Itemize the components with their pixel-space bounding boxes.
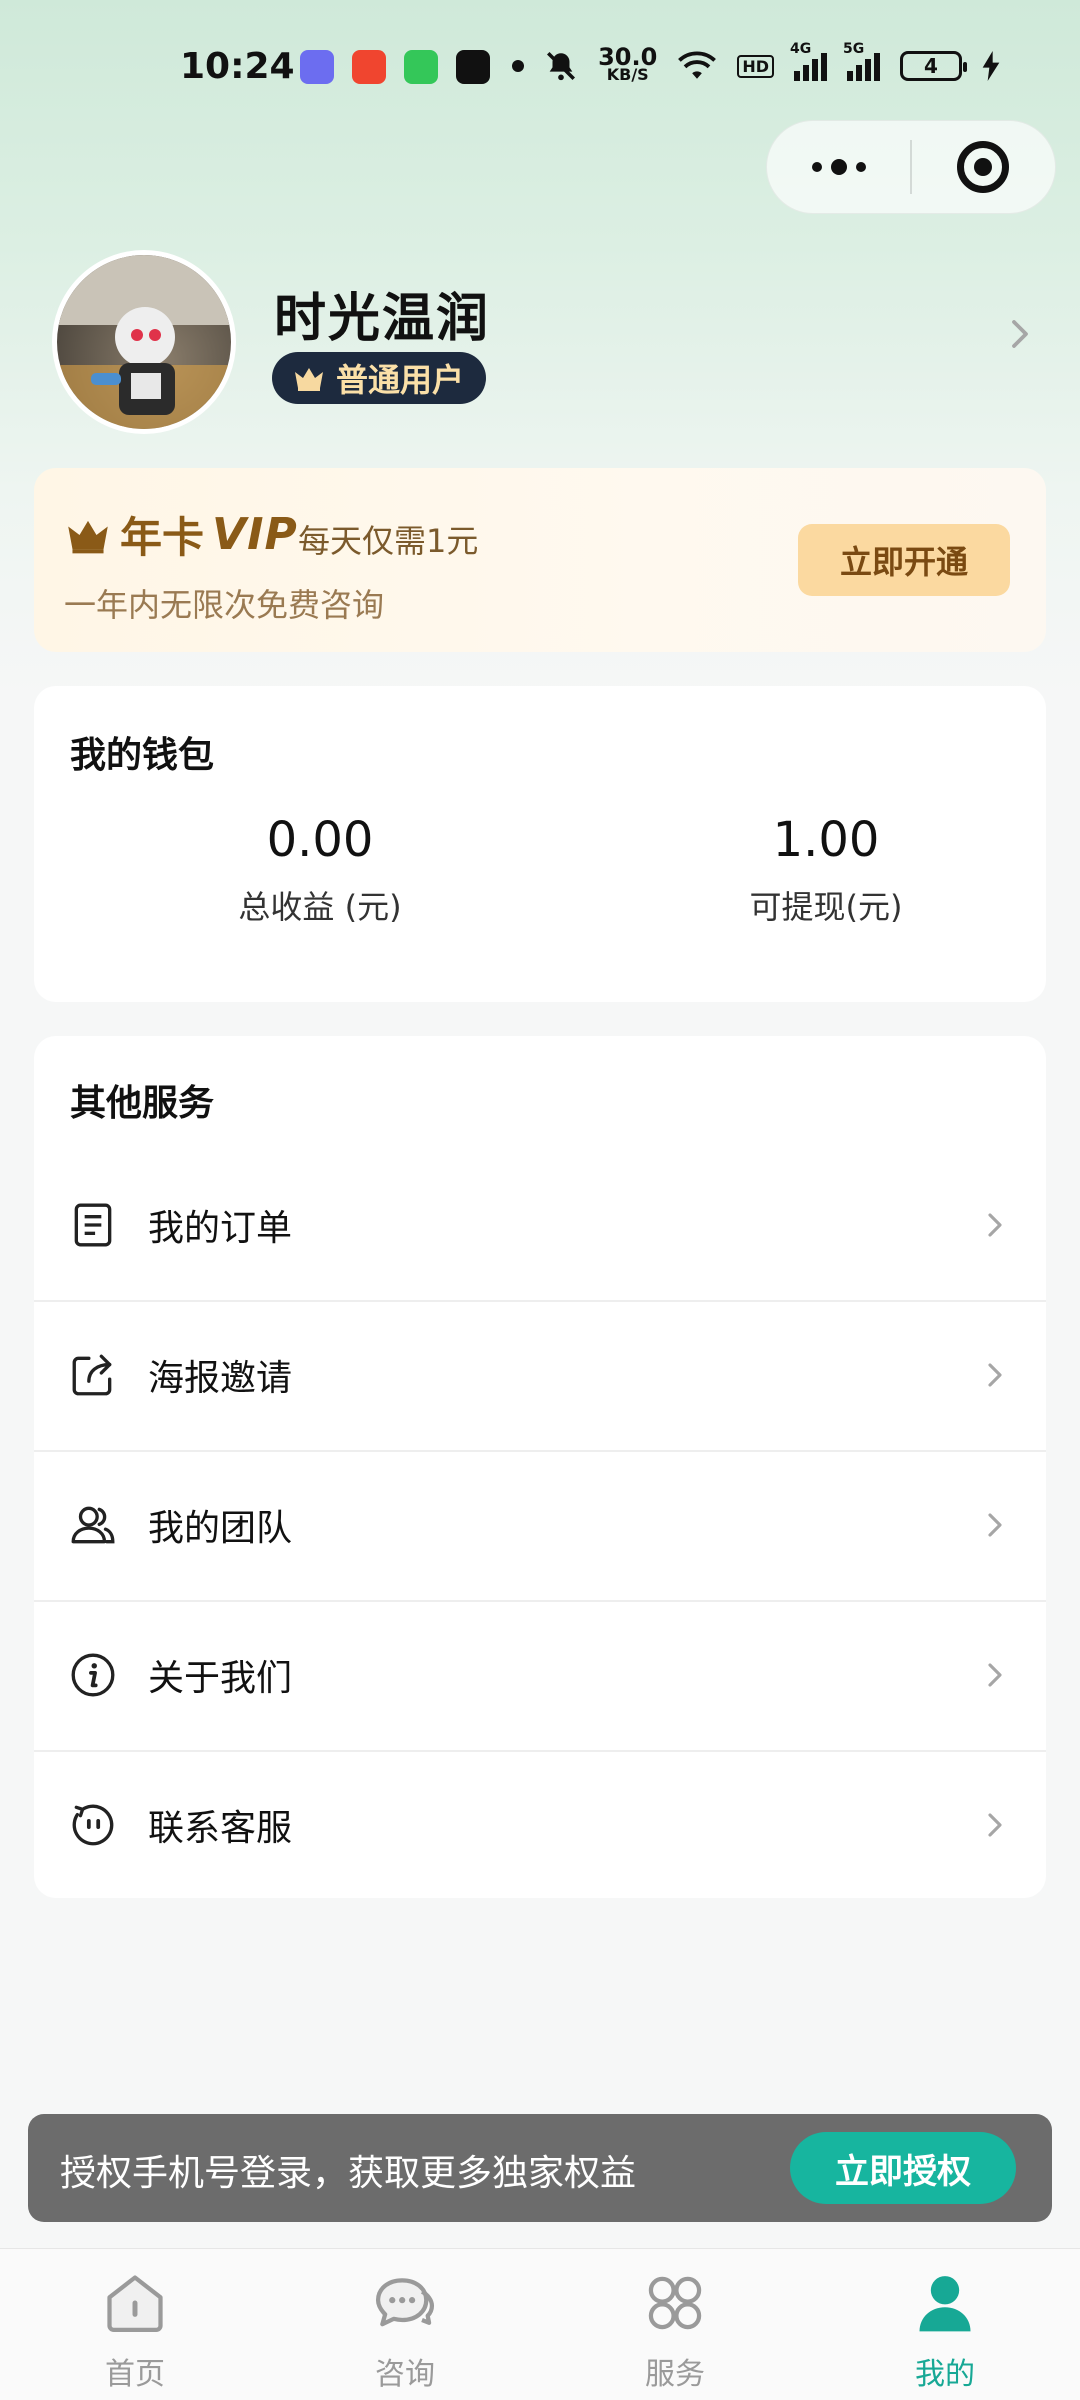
signal-4g-icon: 4G [790, 41, 827, 81]
tab-label: 咨询 [375, 2357, 435, 2392]
notification-dot-icon [512, 60, 525, 72]
video-app-icon [352, 50, 386, 84]
crown-icon [295, 368, 323, 391]
tab-consult[interactable]: 咨询 [270, 2249, 540, 2400]
info-icon [71, 1653, 115, 1697]
service-label: 联系客服 [148, 1808, 293, 1849]
chevron-right-icon [988, 1513, 1002, 1537]
service-item-about[interactable]: 关于我们 [34, 1600, 1046, 1750]
vip-price: 每天仅需1元 [298, 522, 479, 560]
withdrawable[interactable]: 1.00 可提现(元) [646, 812, 1006, 928]
services-card: 其他服务 我的订单 海报邀请 我的团队 关于我们 联系客服 [34, 1036, 1046, 1898]
profile-header[interactable]: 时光温润 普通用户 [0, 246, 1080, 436]
chevron-right-icon [988, 1663, 1002, 1687]
tab-label: 我的 [915, 2357, 975, 2392]
wifi-icon [678, 51, 717, 79]
tab-label: 首页 [105, 2357, 165, 2392]
vip-subtitle: 一年内无限次免费咨询 [64, 586, 385, 624]
service-item-orders[interactable]: 我的订单 [34, 1150, 1046, 1300]
tieba-app-icon [300, 50, 334, 84]
total-earnings[interactable]: 0.00 总收益 (元) [140, 812, 500, 928]
music-app-icon [456, 50, 490, 84]
total-earnings-label: 总收益 (元) [238, 888, 402, 926]
user-level-badge: 普通用户 [272, 352, 487, 404]
avatar[interactable] [52, 250, 236, 434]
user-level-label: 普通用户 [336, 361, 465, 399]
service-item-customer-service[interactable]: 联系客服 [34, 1750, 1046, 1900]
service-label: 我的订单 [148, 1208, 293, 1249]
vip-card[interactable]: 年卡 VIP 每天仅需1元 一年内无限次免费咨询 立即开通 [34, 468, 1046, 652]
tab-services[interactable]: 服务 [540, 2249, 810, 2400]
close-target-icon [957, 141, 1010, 193]
mute-icon [547, 51, 576, 81]
user-nickname: 时光温润 [274, 289, 491, 349]
vip-crown-icon [68, 520, 108, 553]
net-speed: 30.0 KB/S [598, 43, 658, 84]
chevron-right-icon [988, 1813, 1002, 1837]
hd-icon: HD [737, 54, 774, 78]
team-icon [71, 1506, 115, 1544]
bottom-tab-bar: 首页 咨询 服务 我的 [0, 2248, 1080, 2400]
grid-icon [648, 2276, 702, 2330]
shop-app-icon [404, 50, 438, 84]
total-earnings-value: 0.00 [266, 812, 374, 868]
chevron-right-icon [1012, 320, 1028, 348]
status-bar: 10:24 30.0 KB/S HD 4G 5G 4 [0, 0, 1080, 130]
phone-auth-banner: 授权手机号登录，获取更多独家权益 立即授权 [28, 2114, 1052, 2222]
services-title: 其他服务 [70, 1083, 215, 1124]
charging-icon [982, 51, 1000, 81]
vip-title-vip: VIP [212, 509, 298, 560]
signal-5g-icon: 5G [843, 41, 880, 81]
status-icons: 30.0 KB/S HD 4G 5G 4 [512, 41, 1000, 88]
service-item-team[interactable]: 我的团队 [34, 1450, 1046, 1600]
service-label: 海报邀请 [148, 1358, 293, 1399]
withdrawable-label: 可提现(元) [749, 888, 903, 926]
chevron-right-icon [988, 1213, 1002, 1237]
share-icon [72, 1354, 112, 1396]
auth-banner-text: 授权手机号登录，获取更多独家权益 [60, 2153, 637, 2194]
avatar-figure-image [57, 255, 231, 429]
chevron-right-icon [988, 1363, 1002, 1387]
vip-title-annual: 年卡 [120, 513, 205, 562]
wallet-title: 我的钱包 [70, 735, 215, 776]
service-label: 我的团队 [148, 1508, 293, 1549]
home-icon [107, 2275, 163, 2333]
customer-service-icon [72, 1804, 114, 1846]
vip-open-button[interactable]: 立即开通 [798, 524, 1010, 596]
mini-program-capsule [766, 120, 1056, 214]
document-icon [74, 1203, 112, 1247]
authorize-button[interactable]: 立即授权 [790, 2132, 1016, 2204]
service-label: 关于我们 [148, 1658, 293, 1699]
tab-label: 服务 [645, 2357, 705, 2392]
service-item-poster-invite[interactable]: 海报邀请 [34, 1300, 1046, 1450]
user-icon [919, 2276, 971, 2332]
battery-icon: 4 [900, 51, 967, 81]
tab-home[interactable]: 首页 [0, 2249, 270, 2400]
close-miniprogram-button[interactable] [912, 121, 1055, 213]
chat-icon [375, 2278, 435, 2327]
tab-mine[interactable]: 我的 [810, 2249, 1080, 2400]
withdrawable-value: 1.00 [772, 812, 880, 868]
status-time: 10:24 [180, 46, 295, 87]
wallet-card: 我的钱包 0.00 总收益 (元) 1.00 可提现(元) [34, 686, 1046, 1002]
vip-title: 年卡 VIP [64, 504, 298, 565]
more-options-button[interactable] [767, 121, 910, 213]
